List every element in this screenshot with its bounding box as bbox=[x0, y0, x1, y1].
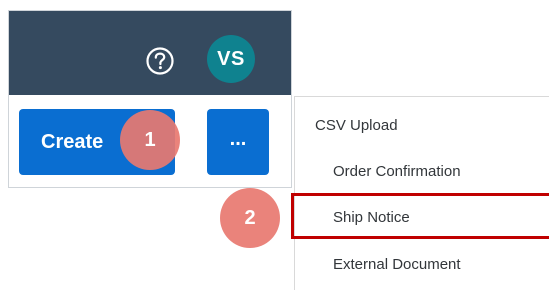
menu-group-csv-upload[interactable]: CSV Upload bbox=[295, 103, 549, 147]
menu-item-label: Order Confirmation bbox=[333, 162, 461, 180]
screenshot-stage: VS Create ... CSV Upload Order Confirmat… bbox=[0, 0, 549, 290]
create-button-label: Create bbox=[41, 130, 104, 153]
step-marker-2: 2 bbox=[220, 188, 280, 248]
user-avatar[interactable]: VS bbox=[207, 35, 255, 83]
menu-item-external-document[interactable]: External Document bbox=[295, 242, 549, 286]
menu-item-label: CSV Upload bbox=[315, 116, 398, 134]
help-icon[interactable] bbox=[145, 46, 175, 76]
question-circle-icon bbox=[146, 47, 174, 75]
shell-header: VS bbox=[9, 11, 291, 95]
create-dropdown-menu: CSV Upload Order Confirmation Ship Notic… bbox=[294, 96, 549, 290]
step-marker-1: 1 bbox=[120, 110, 180, 170]
step-number: 1 bbox=[144, 128, 156, 151]
menu-item-order-confirmation[interactable]: Order Confirmation bbox=[295, 149, 549, 193]
step-number: 2 bbox=[244, 206, 256, 229]
more-options-button[interactable]: ... bbox=[207, 109, 269, 175]
menu-item-ship-notice[interactable]: Ship Notice bbox=[295, 195, 549, 239]
menu-item-label: External Document bbox=[333, 255, 461, 273]
more-options-label: ... bbox=[229, 128, 247, 150]
menu-item-label: Ship Notice bbox=[333, 208, 410, 226]
